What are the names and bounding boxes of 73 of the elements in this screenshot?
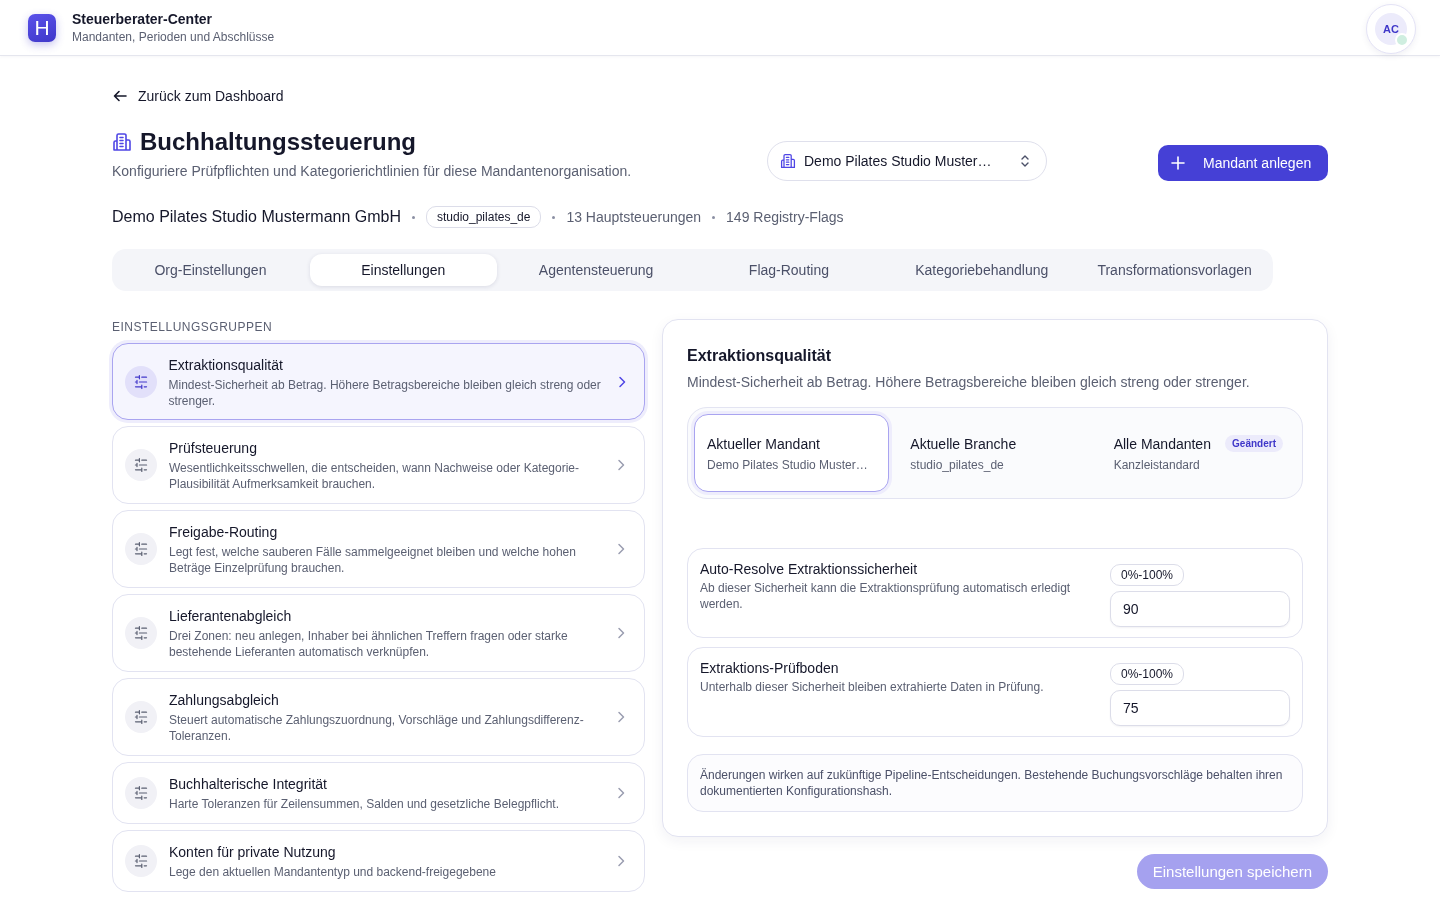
sliders-icon bbox=[125, 777, 157, 809]
organization-name: Demo Pilates Studio Mustermann GmbH bbox=[112, 208, 401, 226]
sliders-icon bbox=[125, 449, 157, 481]
panel-description: Mindest-Sicherheit ab Betrag. Höhere Betragsbereiche bleiben gleich streng oder strenger. bbox=[687, 373, 1251, 392]
group-title: Buchhalterische Integrität bbox=[169, 775, 328, 794]
scope-title: Aktueller Mandant bbox=[707, 434, 821, 454]
tab[interactable]: Agentensteuerung bbox=[502, 254, 690, 286]
group-description: Mindest-Sicherheit ab Betrag. Höhere Betragsbereiche bleiben gleich streng oder strenger. bbox=[168, 376, 602, 409]
plus-icon bbox=[1171, 156, 1185, 170]
sliders-icon bbox=[125, 845, 157, 877]
building-icon bbox=[780, 153, 796, 169]
tab[interactable]: Org-Einstellungen bbox=[117, 254, 304, 286]
organization-select[interactable]: Demo Pilates Studio Muster… bbox=[767, 141, 1047, 181]
info-note: Änderungen wirken auf zukünftige Pipeline-Entscheidungen. Bestehende Buchungsvorschläge behalten ihren dokumentierten Konfigurationshash. bbox=[687, 754, 1303, 812]
group-description: Drei Zonen: neu anlegen, Inhaber bei ähnlichen Treffern fragen oder starke bestehende Lieferanten automatisch verknüpfen. bbox=[169, 628, 569, 660]
page-subtitle: Konfiguriere Prüfpflichten und Kategorierichtlinien für diese Mandantenorganisation. bbox=[112, 162, 633, 181]
sliders-icon bbox=[125, 701, 157, 733]
sliders-icon bbox=[125, 533, 157, 565]
range-hint: 0%-100% bbox=[1110, 564, 1185, 586]
create-client-button[interactable]: Mandant anlegen bbox=[1158, 145, 1328, 181]
scope-title: Alle Mandanten bbox=[1113, 434, 1212, 454]
setting-description: Ab dieser Sicherheit kann die Extraktionsprüfung automatisch erledigt werden. bbox=[700, 580, 1072, 612]
group-description: Legt fest, welche sauberen Fälle sammelgeeignet bleiben und welche hohen Beträge Einzelprüfung brauchen. bbox=[169, 544, 577, 576]
group-title: Prüfsteuerung bbox=[169, 439, 258, 458]
sliders-icon bbox=[124, 365, 157, 398]
stat-text: 149 Registry-Flags bbox=[726, 209, 844, 225]
section-heading: EINSTELLUNGSGRUPPEN bbox=[112, 319, 274, 335]
setting-description: Unterhalb dieser Sicherheit bleiben extrahierte Daten in Prüfung. bbox=[700, 679, 1045, 695]
stat-text: 13 Hauptsteuerungen bbox=[566, 209, 702, 225]
settings-group-item[interactable]: Prüfsteuerung Wesentlichkeitsschwellen, die entscheiden, wann Nachweise oder Kategorie-Plausibilität Aufmerksamkeit brauchen. bbox=[112, 426, 645, 504]
scope-title: Aktuelle Branche bbox=[910, 434, 1018, 454]
group-title: Extraktionsqualität bbox=[168, 355, 284, 375]
back-link[interactable]: Zurück zum Dashboard bbox=[112, 86, 284, 106]
back-arrow-icon bbox=[112, 88, 128, 104]
group-description: Lege den aktuellen Mandantentyp und backend-freigegebene bbox=[169, 864, 497, 880]
tab[interactable]: Transformationsvorlagen bbox=[1081, 254, 1268, 286]
settings-group-item[interactable]: Konten für private Nutzung Lege den aktuellen Mandantentyp und backend-freigegebene bbox=[112, 830, 645, 892]
sliders-icon bbox=[125, 617, 157, 649]
panel-title: Extraktionsqualität bbox=[687, 346, 833, 366]
slug-label: studio_pilates_de bbox=[426, 206, 542, 228]
scope-option[interactable]: Aktueller Mandant Demo Pilates Studio Muster… bbox=[694, 414, 890, 492]
page-title: Buchhaltungssteuerung bbox=[140, 128, 416, 156]
app-title: Steuerberater-Center bbox=[72, 10, 214, 28]
setting-label: Extraktions-Prüfboden bbox=[700, 659, 840, 677]
settings-group-item[interactable]: Extraktionsqualität Mindest-Sicherheit ab Betrag. Höhere Betragsbereiche bleiben gleich streng oder strenger. bbox=[112, 343, 645, 420]
scope-option[interactable]: Alle Mandanten Geändert Kanzleistandard bbox=[1100, 414, 1296, 492]
avatar-button[interactable]: AC bbox=[1366, 3, 1416, 54]
group-title: Freigabe-Routing bbox=[169, 523, 279, 542]
group-title: Zahlungsabgleich bbox=[169, 691, 280, 710]
group-description: Wesentlichkeitsschwellen, die entscheiden, wann Nachweise oder Kategorie-Plausibilität Aufmerksamkeit brauchen. bbox=[169, 460, 580, 492]
group-title: Lieferantenabgleich bbox=[169, 607, 293, 626]
tab[interactable]: Einstellungen bbox=[309, 254, 497, 286]
settings-group-item[interactable]: Zahlungsabgleich Steuert automatische Zahlungszuordnung, Vorschläge und Zahlungsdifferenz-Toleranzen. bbox=[112, 678, 645, 756]
scope-subtitle: studio_pilates_de bbox=[910, 456, 1005, 473]
range-hint: 0%-100% bbox=[1110, 663, 1185, 685]
changed-label: Geändert bbox=[1225, 435, 1283, 452]
scope-subtitle: Kanzleistandard bbox=[1113, 456, 1201, 473]
settings-group-item[interactable]: Buchhalterische Integrität Harte Toleranzen für Zeilensummen, Salden und gesetzliche Belegpflicht. bbox=[112, 762, 645, 824]
tab[interactable]: Kategoriebehandlung bbox=[888, 254, 1076, 286]
building-icon bbox=[112, 132, 132, 152]
settings-group-item[interactable]: Freigabe-Routing Legt fest, welche sauberen Fälle sammelgeeignet bleiben und welche hohen Beträge Einzelprüfung brauchen. bbox=[112, 510, 645, 588]
app-logo: H bbox=[28, 13, 56, 42]
tab[interactable]: Flag-Routing bbox=[695, 254, 883, 286]
settings-group-item[interactable]: Lieferantenabgleich Drei Zonen: neu anlegen, Inhaber bei ähnlichen Treffern fragen oder starke bestehende Lieferanten automatisch verknüpfen. bbox=[112, 594, 645, 672]
percent-input[interactable]: 90 bbox=[1110, 591, 1290, 627]
scope-subtitle: Demo Pilates Studio Muster… bbox=[707, 456, 869, 473]
group-description: Steuert automatische Zahlungszuordnung, Vorschläge und Zahlungsdifferenz-Toleranzen. bbox=[169, 712, 585, 744]
setting-label: Auto-Resolve Extraktionssicherheit bbox=[700, 560, 919, 578]
group-description: Harte Toleranzen für Zeilensummen, Salden und gesetzliche Belegpflicht. bbox=[169, 796, 560, 812]
group-title: Konten für private Nutzung bbox=[169, 843, 337, 862]
percent-input[interactable]: 75 bbox=[1110, 690, 1290, 726]
app-subtitle: Mandanten, Perioden und Abschlüsse bbox=[72, 29, 275, 45]
scope-option[interactable]: Aktuelle Branche studio_pilates_de bbox=[897, 414, 1093, 492]
